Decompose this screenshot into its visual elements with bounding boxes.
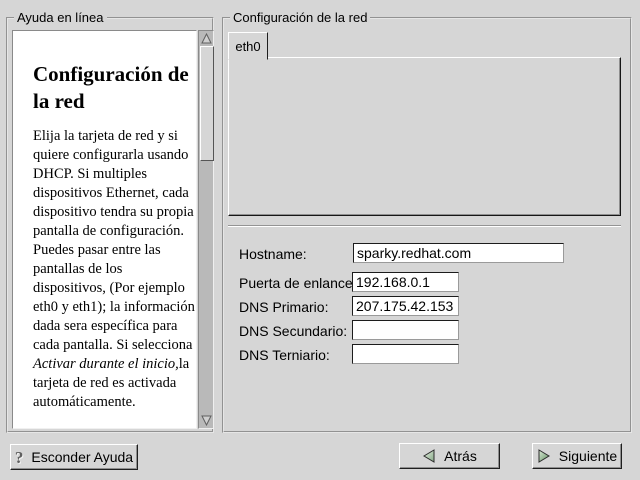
scrollbar-thumb[interactable] [200,46,214,161]
dns-secondary-label: DNS Secundario: [239,323,347,339]
gateway-label: Puerta de enlance: [239,275,357,291]
next-arrow-icon [537,449,551,463]
help-heading: Configuración de la red [33,61,196,115]
hostname-input[interactable] [353,243,564,263]
hostname-label: Hostname: [239,246,307,262]
help-scrollbar[interactable] [198,30,214,429]
dns-primary-label: DNS Primario: [239,299,328,315]
next-button[interactable]: Siguiente [532,443,622,469]
help-text-view: Configuración de la red Elija la tarjeta… [12,30,197,429]
panel-separator [228,225,621,227]
help-body-text: Elija la tarjeta de red y si quiere conf… [33,128,195,353]
gateway-input[interactable] [352,272,459,292]
hide-help-button[interactable]: ? Esconder Ayuda [10,444,138,470]
help-body: Elija la tarjeta de red y si quiere conf… [33,127,196,412]
dns-tertiary-input[interactable] [352,344,459,364]
help-frame-label: Ayuda en línea [14,10,107,25]
dns-secondary-input[interactable] [352,320,459,340]
help-body-italic: Activar durante el inicio, [33,356,179,372]
hide-help-button-label: Esconder Ayuda [31,449,133,465]
back-button[interactable]: Atrás [399,443,500,469]
next-button-label: Siguiente [559,448,617,464]
back-arrow-icon [422,449,436,463]
dns-tertiary-label: DNS Terniario: [239,347,330,363]
help-question-icon: ? [15,449,24,466]
tab-eth0[interactable]: eth0 [228,32,268,60]
network-frame-label: Configuración de la red [230,10,370,25]
scroll-down-arrow-icon[interactable] [200,414,212,427]
dns-primary-input[interactable] [352,296,459,316]
scroll-up-arrow-icon[interactable] [200,32,212,45]
eth0-page [228,57,621,216]
back-button-label: Atrás [444,448,477,464]
